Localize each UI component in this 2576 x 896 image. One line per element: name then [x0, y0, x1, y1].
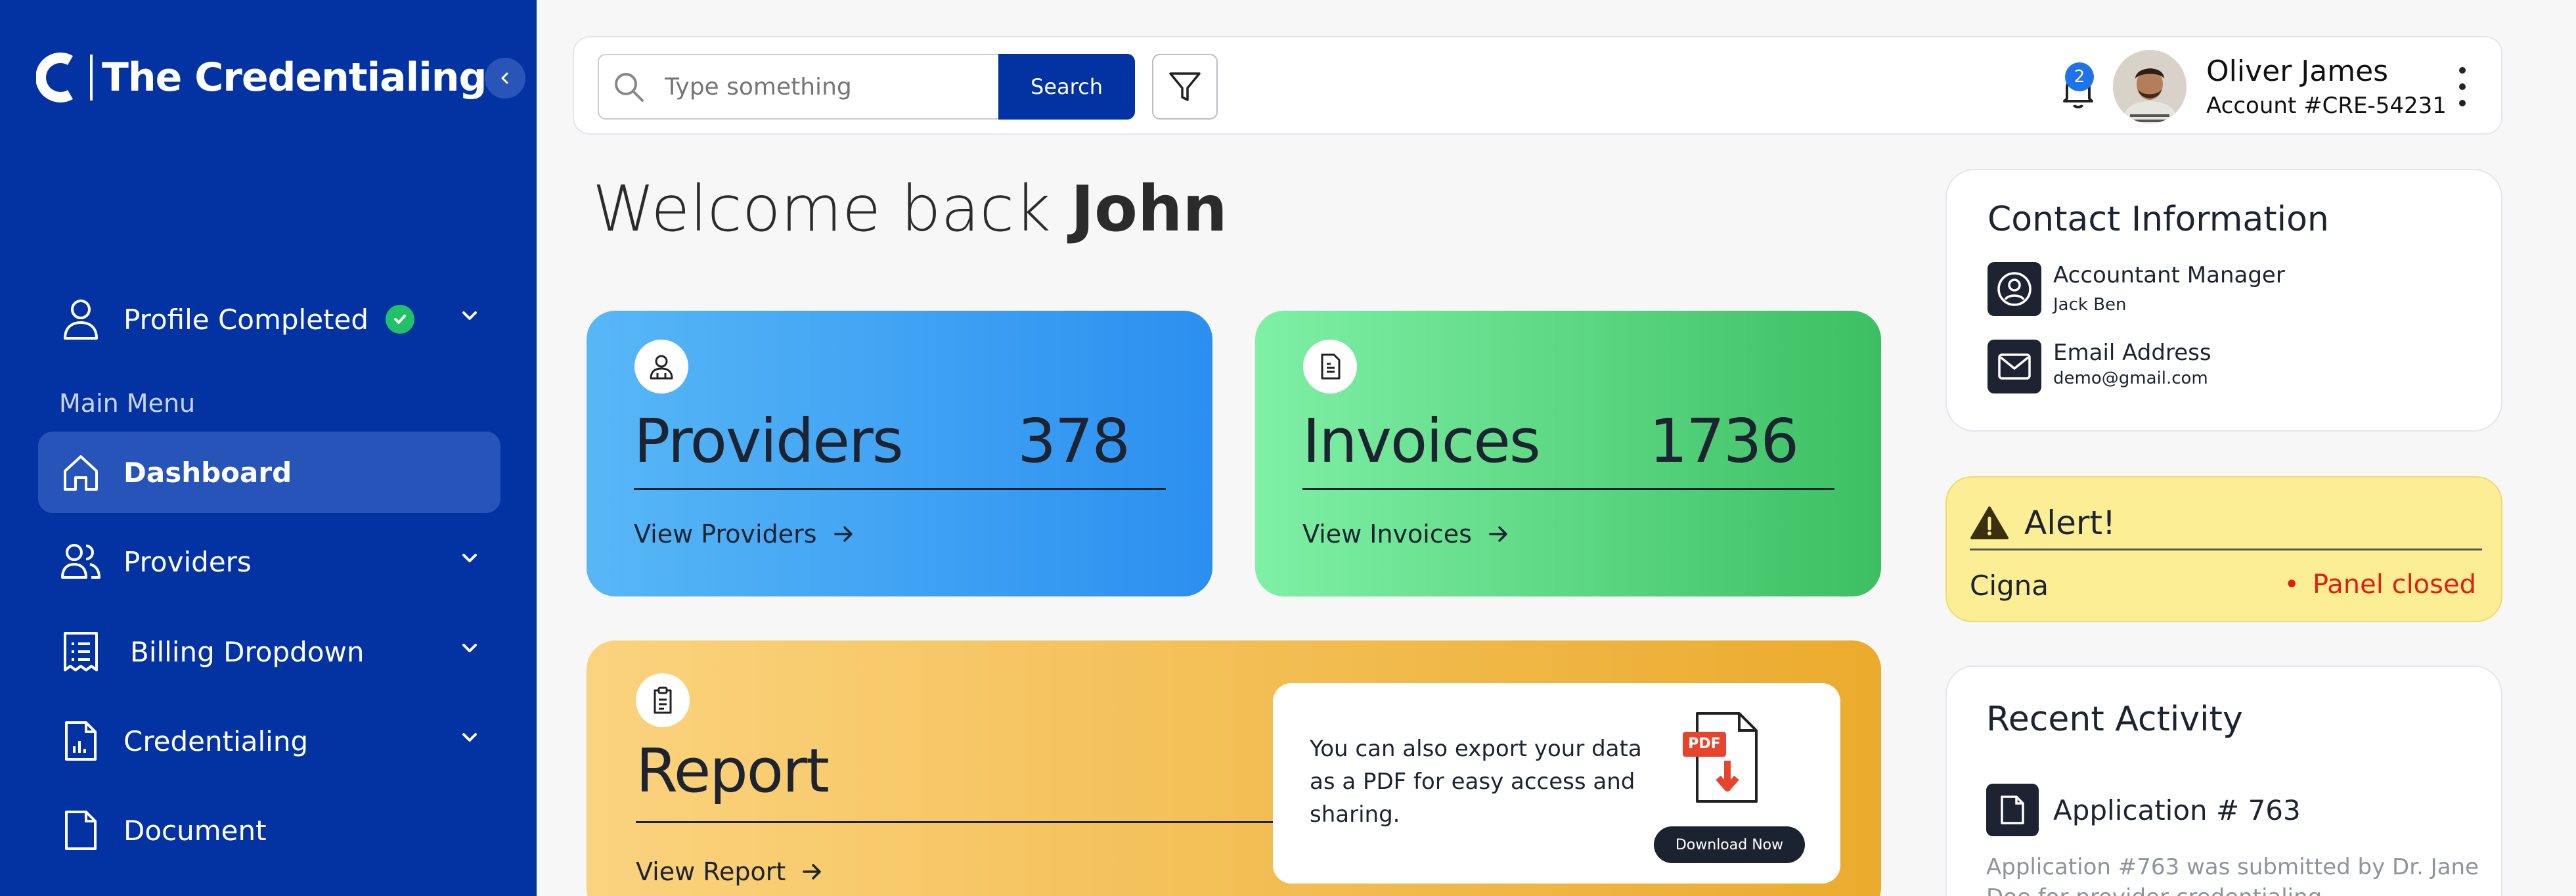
- profile-status-label: Profile Completed: [123, 303, 369, 336]
- activity-item-label: Application # 763: [2053, 794, 2301, 826]
- email-value[interactable]: demo@gmail.com: [2053, 369, 2211, 388]
- invoices-count: 1736: [1649, 406, 1799, 476]
- sidebar-item-document[interactable]: Document: [38, 790, 500, 871]
- sidebar-item-dashboard[interactable]: Dashboard: [38, 432, 500, 513]
- document-icon: [1986, 784, 2039, 836]
- user-icon: [58, 296, 104, 342]
- sidebar-item-label: Credentialing: [123, 725, 309, 757]
- more-options-icon[interactable]: [2453, 67, 2472, 106]
- divider: [634, 488, 1166, 490]
- pdf-tag: PDF: [1688, 736, 1721, 752]
- warning-icon: [1970, 506, 2009, 539]
- arrow-right-icon: [833, 526, 853, 542]
- sidebar: The Credentialing Profile Completed Main…: [0, 0, 537, 896]
- activity-item[interactable]: Application # 763: [1986, 784, 2301, 836]
- export-description: You can also export your data as a PDF f…: [1310, 736, 1642, 828]
- logo-divider: [90, 55, 93, 101]
- users-icon: [58, 539, 104, 585]
- download-now-button[interactable]: Download Now: [1654, 826, 1805, 863]
- filter-icon: [1169, 72, 1201, 101]
- arrow-right-icon: [1489, 526, 1507, 542]
- invoices-card: Invoices 1736 View Invoices: [1255, 311, 1881, 596]
- alert-panel: Alert! Cigna Panel closed: [1945, 476, 2502, 622]
- provider-icon: [634, 340, 688, 393]
- filter-button[interactable]: [1152, 54, 1218, 120]
- view-providers-link[interactable]: View Providers: [634, 520, 855, 549]
- chevron-down-icon: [462, 733, 477, 742]
- welcome-heading: Welcome back John: [592, 172, 1228, 246]
- sidebar-item-credentialing[interactable]: Credentialing: [38, 700, 500, 782]
- report-title: Report: [636, 736, 830, 806]
- sidebar-item-label: Providers: [123, 545, 252, 578]
- check-circle-icon: [386, 305, 415, 334]
- search-icon: [615, 73, 644, 102]
- sidebar-item-providers[interactable]: Providers: [38, 521, 500, 602]
- status-badge: Panel closed: [2284, 570, 2476, 600]
- contact-information-panel: Contact Information Accountant Manager J…: [1945, 169, 2502, 432]
- view-invoices-label: View Invoices: [1302, 520, 1472, 549]
- view-report-link[interactable]: View Report: [636, 857, 824, 886]
- email-row: Email Address demo@gmail.com: [1988, 340, 2211, 393]
- search-button[interactable]: Search: [998, 54, 1135, 120]
- invoices-title: Invoices: [1302, 406, 1541, 476]
- activity-title: Recent Activity: [1986, 700, 2243, 739]
- providers-count: 378: [1017, 406, 1130, 476]
- top-bar: Search 2 Oliver James Account #CRE-54231: [573, 36, 2502, 135]
- activity-item-description: Application #763 was submitted by Dr. Ja…: [1986, 854, 2479, 896]
- welcome-prefix: Welcome back: [592, 172, 1051, 246]
- providers-card: Providers 378 View Providers: [587, 311, 1212, 596]
- pdf-export-panel: You can also export your data as a PDF f…: [1273, 683, 1840, 884]
- chevron-left-icon: [501, 72, 508, 84]
- sidebar-item-billing[interactable]: Billing Dropdown: [38, 611, 500, 692]
- sidebar-item-label: Billing Dropdown: [130, 635, 365, 668]
- invoice-file-icon: [1303, 340, 1357, 393]
- view-invoices-link[interactable]: View Invoices: [1302, 520, 1510, 549]
- contact-title: Contact Information: [1988, 200, 2329, 239]
- logo-mark-icon: [35, 51, 83, 104]
- user-account-number: Account #CRE-54231: [2206, 93, 2447, 119]
- home-icon: [58, 449, 104, 495]
- manager-name: Jack Ben: [2053, 295, 2127, 315]
- welcome-user-name: John: [1071, 172, 1228, 246]
- account-manager-row: Accountant Manager Jack Ben: [1988, 262, 2285, 316]
- document-icon: [58, 807, 104, 853]
- avatar[interactable]: [2113, 50, 2187, 123]
- providers-title: Providers: [634, 406, 904, 476]
- brand-logo[interactable]: The Credentialing: [35, 51, 487, 104]
- main-menu-heading: Main Menu: [59, 389, 196, 418]
- chevron-down-icon: [462, 554, 477, 562]
- user-name: Oliver James: [2206, 55, 2389, 88]
- view-report-label: View Report: [636, 857, 786, 886]
- search-input[interactable]: [665, 73, 967, 101]
- report-card: Report View Report You can also export y…: [587, 640, 1881, 896]
- chevron-down-icon: [462, 311, 477, 320]
- file-chart-icon: [58, 718, 104, 764]
- sidebar-item-label: Document: [123, 814, 267, 847]
- manager-label: Accountant Manager: [2053, 262, 2285, 288]
- divider: [1302, 488, 1834, 490]
- clipboard-icon: [636, 673, 690, 727]
- mail-icon: [1988, 340, 2041, 393]
- recent-activity-panel: Recent Activity Application # 763 Applic…: [1945, 665, 2502, 896]
- search-field[interactable]: [598, 54, 1000, 120]
- alert-payer: Cigna: [1970, 570, 2049, 602]
- divider: [1970, 549, 2482, 550]
- alert-title: Alert!: [2024, 504, 2116, 542]
- chevron-down-icon: [462, 644, 477, 652]
- profile-status-item[interactable]: Profile Completed: [38, 279, 500, 360]
- notification-badge: 2: [2065, 62, 2094, 91]
- collapse-sidebar-button[interactable]: [485, 58, 525, 99]
- sidebar-item-label: Dashboard: [123, 456, 292, 489]
- arrow-right-icon: [803, 864, 821, 880]
- view-providers-label: View Providers: [634, 520, 817, 549]
- user-circle-icon: [1988, 262, 2041, 316]
- pdf-download-icon: PDF: [1679, 709, 1764, 808]
- email-label: Email Address: [2053, 340, 2211, 366]
- brand-name: The Credentialing: [102, 55, 487, 101]
- receipt-icon: [58, 629, 104, 675]
